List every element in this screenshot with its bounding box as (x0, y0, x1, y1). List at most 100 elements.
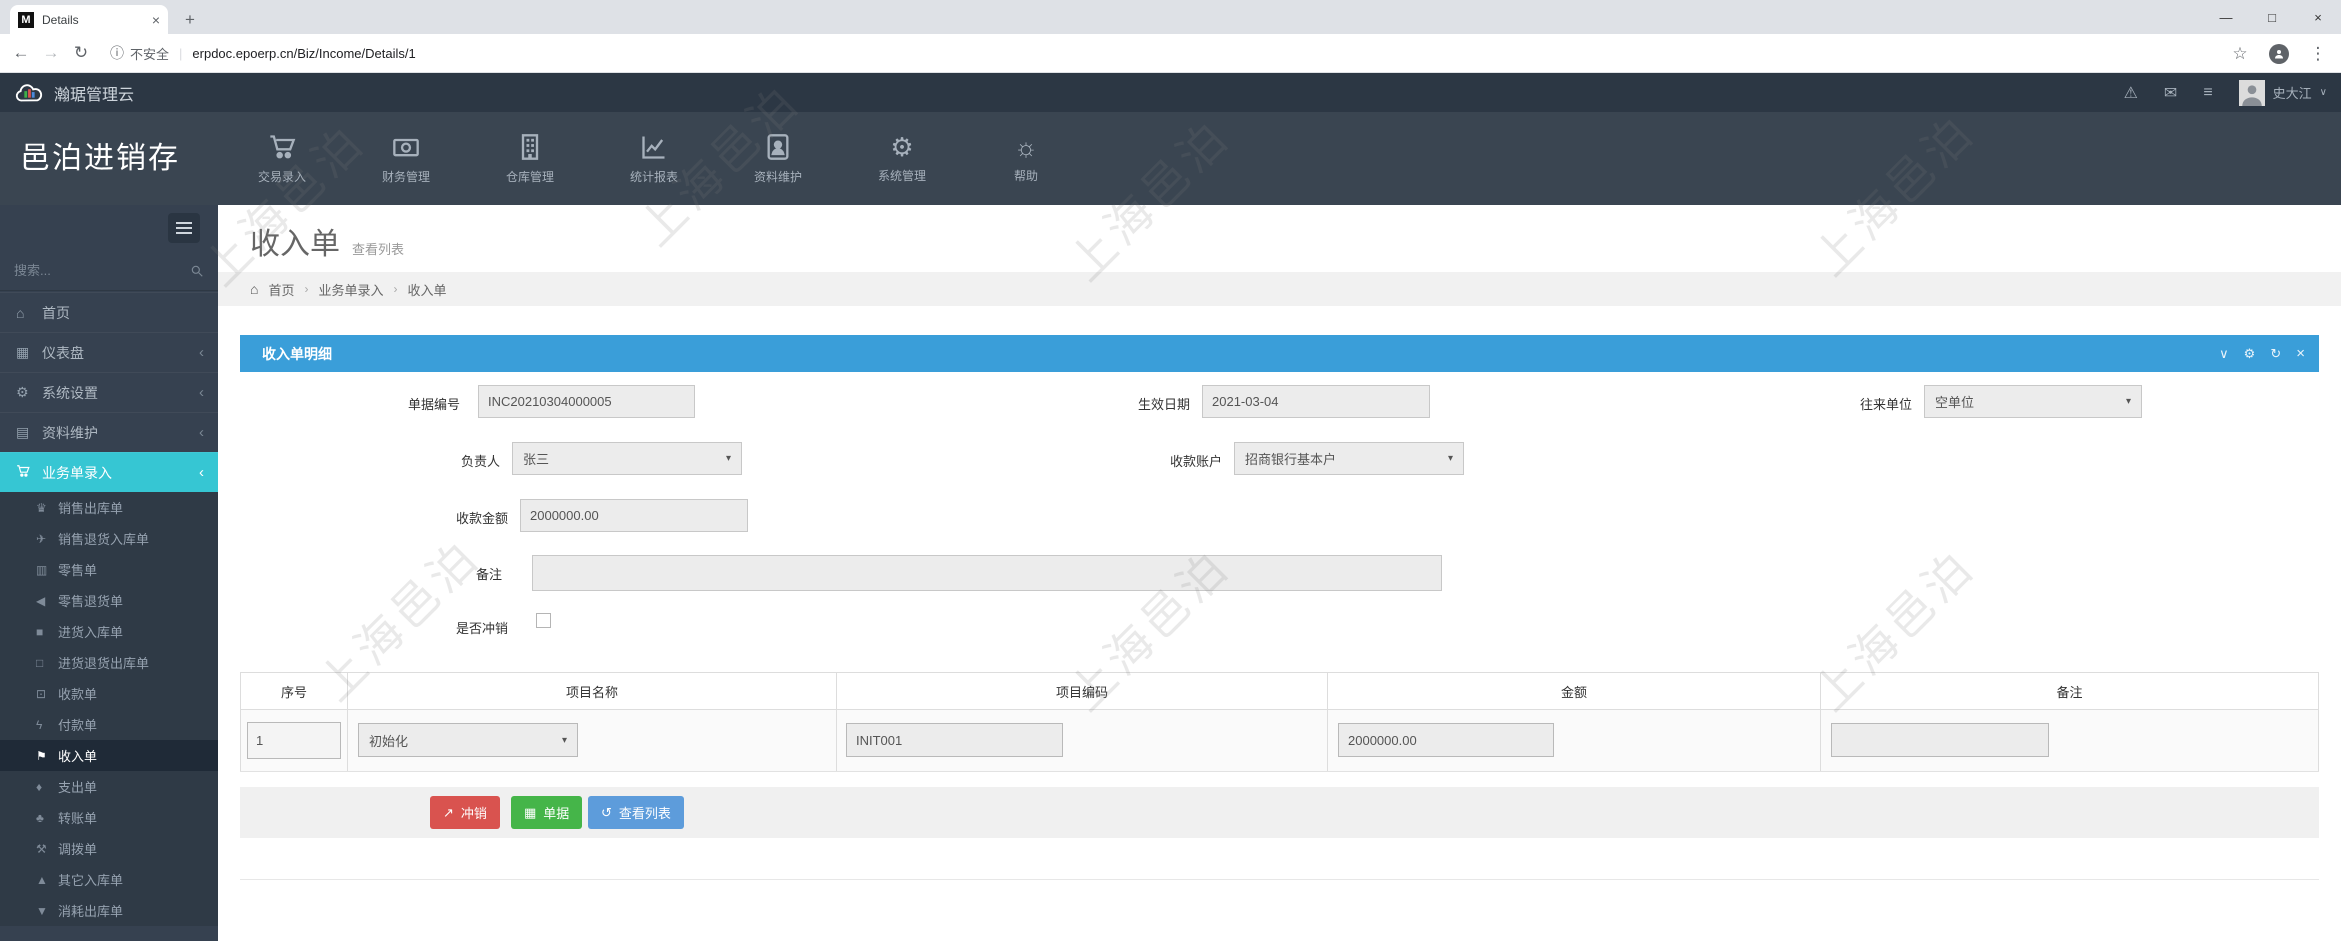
subitem-purchase-return-outbound[interactable]: □ 进货退货出库单 (0, 647, 218, 678)
subitem-income[interactable]: ⚑ 收入单 (0, 740, 218, 771)
browser-menu-icon[interactable]: ⋮ (2303, 44, 2333, 64)
tasks-list-icon[interactable]: ≡ (2203, 84, 2212, 102)
bookmark-star-icon[interactable]: ☆ (2225, 44, 2255, 64)
window-close-button[interactable]: × (2295, 0, 2341, 34)
subitem-transfer[interactable]: ♣ 转账单 (0, 802, 218, 833)
sidebar-item-dashboard[interactable]: ▦ 仪表盘 ‹ (0, 332, 218, 372)
account-select[interactable]: 招商银行基本户 ▾ (1234, 442, 1464, 475)
sidebar-toggle-hamburger-icon[interactable] (168, 213, 200, 243)
doc-no-field[interactable] (478, 385, 695, 418)
book-icon: ▤ (16, 424, 30, 440)
amount-field[interactable] (520, 499, 748, 532)
tab-favicon: M (18, 11, 34, 28)
external-link-icon: ↗ (443, 804, 454, 820)
table-icon: ▦ (524, 804, 537, 820)
subitem-label: 其它入库单 (58, 873, 124, 888)
chevron-left-icon: ‹ (199, 464, 204, 481)
topnav-statistics-report[interactable]: 统计报表 (592, 112, 716, 205)
row-remark-field[interactable] (1831, 723, 2049, 757)
subitem-label: 消耗出库单 (58, 904, 124, 919)
topnav-warehouse-mgmt[interactable]: 仓库管理 (468, 112, 592, 205)
tab-title: Details (42, 12, 79, 27)
col-header-amount: 金额 (1327, 673, 1820, 709)
window-minimize-button[interactable]: — (2203, 0, 2249, 34)
user-menu[interactable]: 史大江 ∨ (2238, 79, 2327, 106)
cart-icon (270, 134, 296, 158)
undo-icon: ↺ (601, 804, 612, 820)
subitem-purchase-inbound[interactable]: ■ 进货入库单 (0, 616, 218, 647)
row-amount-field[interactable] (1338, 723, 1554, 757)
security-chip[interactable]: ⓘ 不安全 | (110, 43, 192, 63)
project-code-field[interactable] (846, 723, 1063, 757)
inbox-mail-icon[interactable]: ✉ (2164, 83, 2177, 103)
subitem-receipt[interactable]: ⊡ 收款单 (0, 678, 218, 709)
subitem-sales-outbound[interactable]: ♛ 销售出库单 (0, 492, 218, 523)
subitem-payment[interactable]: ϟ 付款单 (0, 709, 218, 740)
subitem-allocation[interactable]: ⚒ 调拨单 (0, 833, 218, 864)
view-list-button[interactable]: ↺ 查看列表 (588, 796, 684, 829)
breadcrumb-home[interactable]: 首页 (268, 280, 294, 299)
sidebar-submenu: ♛ 销售出库单 ✈ 销售退货入库单 ▥ 零售单 ◀ 零售退货单 ■ 进货入库单 □ 进货退货… (0, 492, 218, 926)
topnav-transaction-entry[interactable]: 交易录入 (220, 112, 344, 205)
alerts-warning-icon[interactable]: ⚠ (2124, 83, 2138, 103)
remark-field[interactable] (532, 555, 1442, 591)
topnav-data-maintenance[interactable]: 资料维护 (716, 112, 840, 205)
partner-select[interactable]: 空单位 ▾ (1924, 385, 2142, 418)
url-text[interactable]: erpdoc.epoerp.cn/Biz/Income/Details/1 (192, 46, 415, 61)
window-maximize-button[interactable]: □ (2249, 0, 2295, 34)
forward-icon[interactable]: → (36, 43, 66, 63)
search-input[interactable] (14, 263, 190, 278)
screen: M Details × + — □ × ← → ↻ ⓘ 不安全 | erpdoc… (0, 0, 2341, 941)
page-head: 收入单 查看列表 (250, 219, 404, 263)
reload-icon[interactable]: ↻ (2270, 346, 2281, 362)
page-subtitle-link[interactable]: 查看列表 (352, 239, 404, 258)
chevron-left-icon: ‹ (199, 384, 204, 401)
money-icon: ⊡ (36, 686, 47, 701)
chevron-down-icon: ∨ (2319, 87, 2327, 98)
new-tab-button[interactable]: + (178, 8, 202, 32)
doc-no-label: 单据编号 (407, 397, 460, 412)
subitem-sales-return-inbound[interactable]: ✈ 销售退货入库单 (0, 523, 218, 554)
breadcrumb-biz-entry[interactable]: 业务单录入 (318, 280, 383, 299)
config-wrench-icon[interactable]: ⚙ (2244, 346, 2256, 362)
reload-icon[interactable]: ↻ (66, 43, 96, 63)
topnav-label: 交易录入 (257, 169, 306, 184)
subitem-other-inbound[interactable]: ▲ 其它入库单 (0, 864, 218, 895)
subitem-label: 销售退货入库单 (58, 532, 150, 547)
bolt-icon: ϟ (36, 717, 43, 732)
topnav-finance-mgmt[interactable]: 财务管理 (344, 112, 468, 205)
col-header-seq: 序号 (240, 673, 347, 709)
sidebar-item-biz-entry[interactable]: 业务单录入 ‹ (0, 452, 218, 492)
subitem-retail-return[interactable]: ◀ 零售退货单 (0, 585, 218, 616)
sidebar-item-system-settings[interactable]: ⚙ 系统设置 ‹ (0, 372, 218, 412)
search-icon[interactable] (190, 264, 204, 278)
subitem-label: 收款单 (58, 687, 98, 702)
close-icon[interactable]: × (2296, 345, 2305, 362)
collapse-chevron-icon[interactable]: ∨ (2219, 346, 2229, 362)
browser-profile-icon[interactable] (2269, 43, 2289, 64)
browser-tab[interactable]: M Details × (10, 5, 168, 34)
sidebar-item-data-maintenance[interactable]: ▤ 资料维护 ‹ (0, 412, 218, 452)
sidebar-item-home[interactable]: ⌂ 首页 (0, 292, 218, 332)
sun-icon: ☼ (1014, 131, 1038, 162)
writeoff-button[interactable]: ↗ 冲销 (430, 796, 500, 829)
manager-select[interactable]: 张三 ▾ (512, 442, 742, 475)
document-button[interactable]: ▦ 单据 (511, 796, 583, 829)
topnav-label: 帮助 (1013, 168, 1038, 183)
remark-label: 备注 (475, 567, 502, 582)
subitem-label: 零售退货单 (58, 594, 124, 609)
subitem-expense[interactable]: ♦ 支出单 (0, 771, 218, 802)
back-icon[interactable]: ← (6, 43, 36, 63)
project-select[interactable]: 初始化 ▾ (358, 723, 578, 757)
topnav-system-mgmt[interactable]: ⚙ 系统管理 (840, 112, 964, 205)
breadcrumb-separator: › (304, 282, 309, 296)
cell-amount (1327, 710, 1820, 771)
cell-project-name: 初始化 ▾ (347, 710, 836, 771)
writeoff-checkbox[interactable] (536, 613, 551, 628)
topnav-help[interactable]: ☼ 帮助 (964, 112, 1088, 205)
partner-label: 往来单位 (1859, 397, 1912, 412)
subitem-consume-outbound[interactable]: ▼ 消耗出库单 (0, 895, 218, 926)
subitem-retail[interactable]: ▥ 零售单 (0, 554, 218, 585)
effective-date-field[interactable] (1202, 385, 1430, 418)
tab-close-icon[interactable]: × (152, 12, 160, 28)
